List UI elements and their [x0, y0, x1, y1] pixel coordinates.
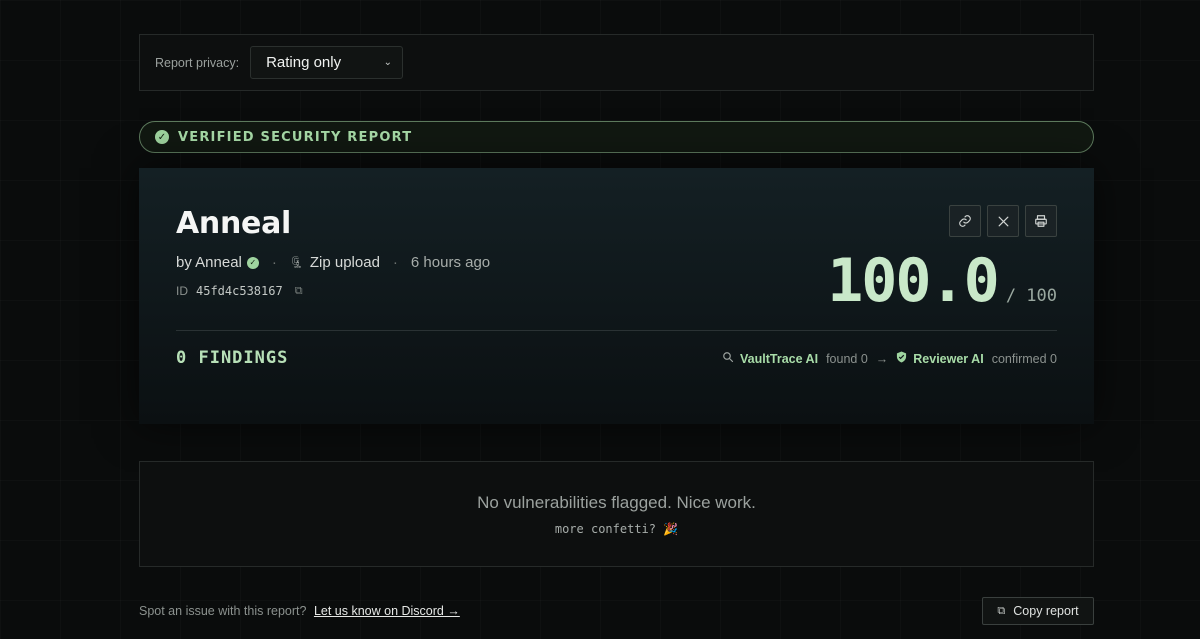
search-icon	[722, 351, 734, 366]
zip-file-icon: 🗜	[289, 257, 304, 269]
divider	[176, 330, 1057, 331]
verified-banner: ✓ VERIFIED SECURITY REPORT	[139, 121, 1094, 153]
reviewer-name: Reviewer AI	[913, 351, 984, 366]
report-card: Anneal by Anneal ✓ · 🗜 Zip upload · 6 ho…	[139, 168, 1094, 424]
report-title: Anneal	[176, 206, 292, 241]
score-max: / 100	[1005, 286, 1057, 306]
id-value: 45fd4c538167	[196, 284, 283, 298]
confetti-button[interactable]: more confetti? 🎉	[555, 522, 678, 536]
discord-link[interactable]: Let us know on Discord →	[314, 604, 460, 618]
score-value: 100.0	[827, 246, 1000, 316]
id-label: ID	[176, 284, 188, 298]
copy-report-button[interactable]: ⧉ Copy report	[982, 597, 1094, 625]
findings-count: 0 FINDINGS	[176, 348, 289, 368]
empty-state: No vulnerabilities flagged. Nice work. m…	[139, 461, 1094, 567]
shield-icon	[896, 351, 907, 366]
footer-text: Spot an issue with this report? Let us k…	[139, 604, 460, 618]
separator-dot: ·	[392, 254, 398, 271]
share-actions	[949, 205, 1057, 237]
chevron-down-icon: ⌄	[383, 57, 393, 68]
copy-icon: ⧉	[997, 604, 1006, 617]
footer: Spot an issue with this report? Let us k…	[139, 597, 1094, 625]
source: Zip upload	[309, 254, 380, 271]
privacy-select[interactable]: Rating only ⌄	[250, 46, 404, 79]
verified-banner-text: VERIFIED SECURITY REPORT	[178, 129, 413, 145]
verified-check-icon: ✓	[155, 130, 169, 144]
separator-dot: ·	[271, 254, 277, 271]
privacy-bar: Report privacy: Rating only ⌄	[139, 34, 1094, 91]
arrow-right-icon: →	[875, 351, 889, 366]
reviewer-status: confirmed 0	[991, 351, 1057, 366]
copy-id-icon[interactable]: ⧉	[295, 285, 303, 298]
time-ago: 6 hours ago	[410, 254, 491, 271]
empty-message: No vulnerabilities flagged. Nice work.	[477, 492, 756, 512]
copy-report-label: Copy report	[1013, 604, 1079, 618]
author-verified-icon: ✓	[246, 256, 259, 269]
analysis-pipeline: VaultTrace AI found 0 → Reviewer AI conf…	[722, 351, 1057, 366]
privacy-label: Report privacy:	[155, 55, 240, 70]
score-display: 100.0 / 100	[827, 246, 1057, 316]
link-icon	[959, 215, 971, 227]
scanner-name: VaultTrace AI	[740, 351, 819, 366]
print-button[interactable]	[1025, 205, 1057, 237]
footer-prompt: Spot an issue with this report?	[139, 604, 307, 618]
report-meta: by Anneal ✓ · 🗜 Zip upload · 6 hours ago	[176, 254, 490, 271]
printer-icon	[1035, 215, 1047, 227]
privacy-select-value: Rating only	[266, 54, 342, 71]
report-id-row: ID 45fd4c538167 ⧉	[176, 284, 303, 298]
author: by Anneal	[176, 254, 242, 271]
x-logo-icon	[998, 216, 1008, 226]
copy-link-button[interactable]	[949, 205, 981, 237]
scanner-status: found 0	[826, 351, 868, 366]
share-x-button[interactable]	[987, 205, 1019, 237]
